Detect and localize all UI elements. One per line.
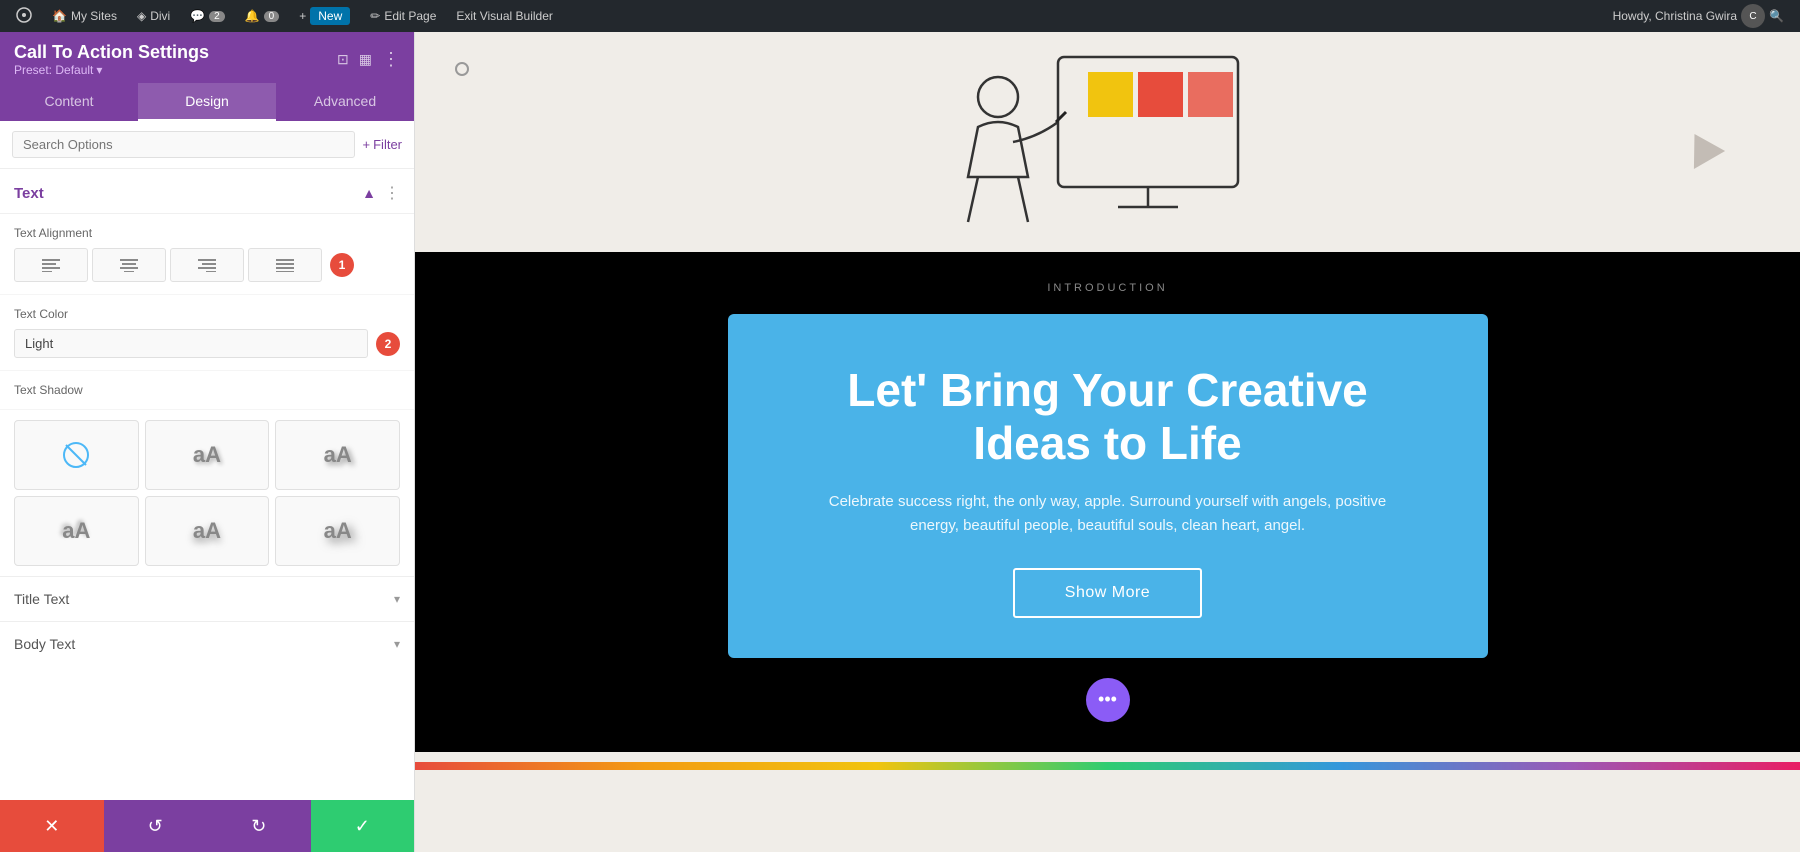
notifications-menu[interactable]: 🔔 0: [237, 0, 288, 32]
panel-header: Call To Action Settings Preset: Default …: [0, 32, 414, 83]
bottom-bar: ✕ ↺ ↻ ✓: [0, 800, 414, 852]
shadow-option-5[interactable]: aA: [275, 496, 400, 566]
step1-badge: 1: [330, 253, 354, 277]
align-right-button[interactable]: [170, 248, 244, 282]
home-icon: 🏠: [52, 9, 67, 23]
cta-body-text: Celebrate success right, the only way, a…: [818, 490, 1398, 538]
text-section-title: Text: [14, 185, 44, 202]
exit-visual-builder-button[interactable]: Exit Visual Builder: [448, 0, 561, 32]
new-button[interactable]: + New: [291, 0, 358, 32]
cta-heading: Let' Bring Your Creative Ideas to Life: [788, 364, 1428, 470]
hero-illustration: [808, 37, 1408, 247]
panel-title: Call To Action Settings: [14, 42, 209, 63]
triangle-decoration: [1679, 125, 1725, 169]
shadow-option-2[interactable]: aA: [275, 420, 400, 490]
alignment-label: Text Alignment: [14, 226, 400, 240]
color-select[interactable]: Light Dark Custom: [14, 329, 368, 358]
shadow-grid: aA aA aA aA aA: [0, 410, 414, 576]
divi-icon: ◈: [137, 9, 146, 23]
save-icon: ✓: [355, 816, 370, 837]
title-text-label: Title Text: [14, 591, 69, 607]
search-topbar-icon[interactable]: 🔍: [1769, 9, 1784, 23]
edit-page-button[interactable]: ✏ Edit Page: [362, 0, 444, 32]
title-text-section[interactable]: Title Text ▾: [0, 576, 414, 621]
settings-panel: Call To Action Settings Preset: Default …: [0, 32, 415, 852]
cancel-icon: ✕: [44, 816, 59, 837]
shadow-option-4[interactable]: aA: [145, 496, 270, 566]
tab-advanced[interactable]: Advanced: [276, 83, 414, 121]
search-input[interactable]: [12, 131, 355, 158]
alignment-row: 1: [14, 248, 400, 282]
text-alignment-field: Text Alignment: [0, 214, 414, 295]
title-text-chevron-icon: ▾: [394, 592, 400, 606]
body-text-section[interactable]: Body Text ▾: [0, 621, 414, 666]
shadow-none-option[interactable]: [14, 420, 139, 490]
panel-tabs: Content Design Advanced: [0, 83, 414, 121]
comments-menu[interactable]: 💬 2: [182, 0, 233, 32]
text-section: Text ▲ ⋮ Text Alignment: [0, 169, 414, 576]
redo-button[interactable]: ↻: [207, 800, 311, 852]
shadow-option-1[interactable]: aA: [145, 420, 270, 490]
show-more-button[interactable]: Show More: [1013, 568, 1202, 618]
panel-preset[interactable]: Preset: Default ▾: [14, 63, 209, 77]
grid-icon[interactable]: ▦: [359, 51, 372, 68]
intro-label: INTRODUCTION: [435, 282, 1780, 294]
text-section-more-icon[interactable]: ⋮: [384, 183, 400, 203]
redo-icon: ↻: [251, 816, 266, 837]
text-section-header: Text ▲ ⋮: [0, 169, 414, 214]
text-shadow-field: Text Shadow: [0, 371, 414, 410]
cta-card: Let' Bring Your Creative Ideas to Life C…: [728, 314, 1488, 658]
step2-badge: 2: [376, 332, 400, 356]
user-avatar: C: [1741, 4, 1765, 28]
filter-button[interactable]: + Filter: [363, 137, 402, 152]
undo-button[interactable]: ↺: [104, 800, 208, 852]
more-options-icon[interactable]: ⋮: [382, 49, 400, 70]
panel-content: Text ▲ ⋮ Text Alignment: [0, 169, 414, 800]
maximize-icon[interactable]: ⊡: [337, 51, 349, 68]
divi-menu[interactable]: ◈ Divi: [129, 0, 178, 32]
cancel-button[interactable]: ✕: [0, 800, 104, 852]
align-justify-button[interactable]: [248, 248, 322, 282]
my-sites-menu[interactable]: 🏠 My Sites: [44, 0, 125, 32]
text-color-field: Text Color Light Dark Custom 2: [0, 295, 414, 371]
filter-icon: +: [363, 137, 371, 152]
circle-decoration: [455, 62, 469, 76]
tab-content[interactable]: Content: [0, 83, 138, 121]
wordpress-logo[interactable]: [8, 0, 40, 32]
wordpress-icon: [16, 7, 32, 26]
align-center-button[interactable]: [92, 248, 166, 282]
color-row: Light Dark Custom 2: [14, 329, 400, 358]
body-text-label: Body Text: [14, 636, 75, 652]
save-button[interactable]: ✓: [311, 800, 415, 852]
user-menu[interactable]: Howdy, Christina Gwira C 🔍: [1605, 0, 1792, 32]
collapse-text-icon[interactable]: ▲: [362, 185, 376, 201]
alignment-options: [14, 248, 322, 282]
shadow-label: Text Shadow: [14, 383, 400, 397]
illustration-area: [415, 32, 1800, 252]
undo-icon: ↺: [148, 816, 163, 837]
wordpress-top-bar: 🏠 My Sites ◈ Divi 💬 2 🔔 0 + New ✏ Edit P…: [0, 0, 1800, 32]
black-section: INTRODUCTION Let' Bring Your Creative Id…: [415, 252, 1800, 752]
dots-icon: •••: [1098, 689, 1117, 710]
color-label: Text Color: [14, 307, 400, 321]
canvas-area: INTRODUCTION Let' Bring Your Creative Id…: [415, 32, 1800, 852]
notification-icon: 🔔: [245, 9, 260, 23]
rainbow-bar: [415, 762, 1800, 770]
align-left-button[interactable]: [14, 248, 88, 282]
shadow-option-3[interactable]: aA: [14, 496, 139, 566]
chevron-down-icon: ▾: [96, 63, 102, 77]
body-text-chevron-icon: ▾: [394, 637, 400, 651]
comment-icon: 💬: [190, 9, 205, 23]
purple-dots-button[interactable]: •••: [1086, 678, 1130, 722]
tab-design[interactable]: Design: [138, 83, 276, 121]
pencil-icon: ✏: [370, 9, 380, 23]
search-bar: + Filter: [0, 121, 414, 169]
